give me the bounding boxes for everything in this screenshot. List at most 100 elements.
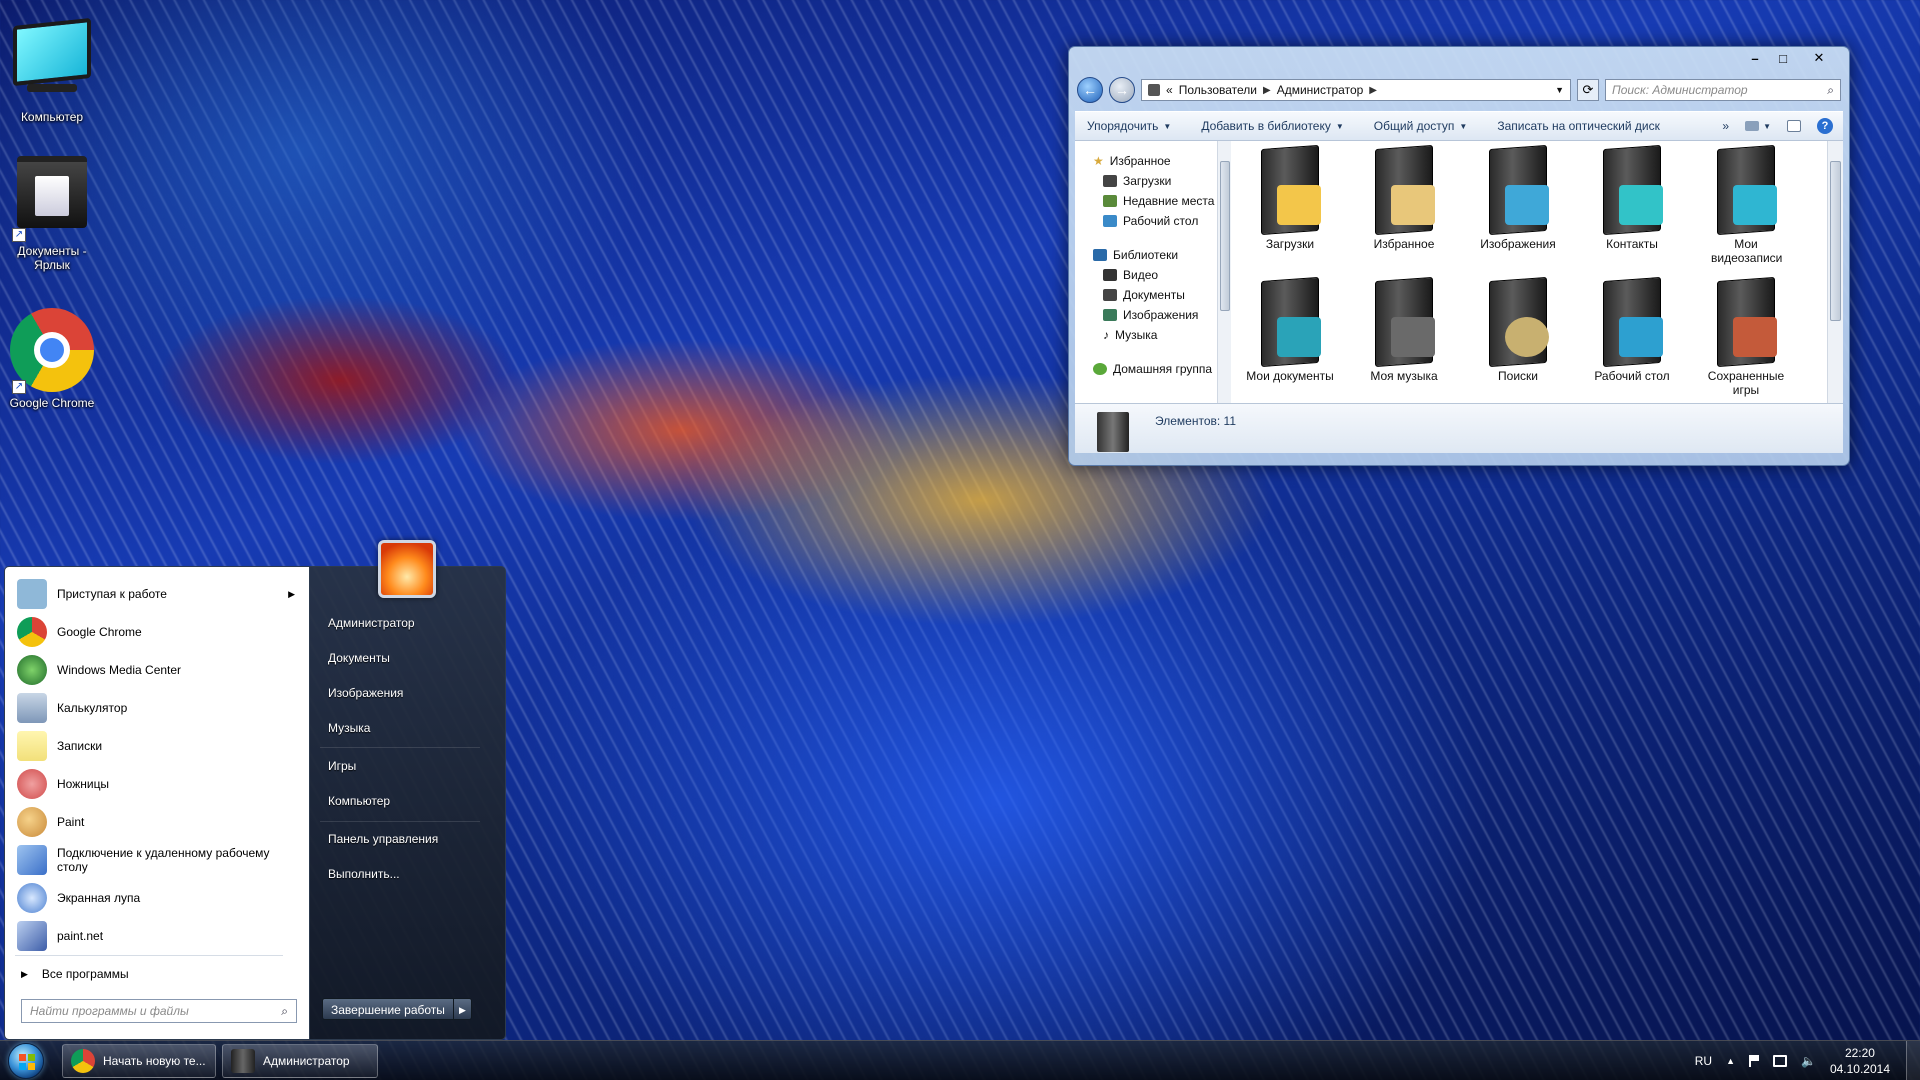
folder-item[interactable]: Поиски bbox=[1463, 276, 1573, 383]
breadcrumb-admin[interactable]: Администратор bbox=[1277, 83, 1364, 97]
minimize-button[interactable]: – bbox=[1741, 49, 1769, 67]
back-button[interactable]: ← bbox=[1077, 77, 1103, 103]
refresh-button[interactable]: ⟳ bbox=[1577, 79, 1599, 101]
program-label: Подключение к удаленному рабочему столу bbox=[57, 846, 270, 874]
address-bar[interactable]: « Пользователи ▶ Администратор ▶ ▼ bbox=[1141, 79, 1571, 101]
breadcrumb-users[interactable]: Пользователи bbox=[1179, 83, 1257, 97]
program-magnifier[interactable]: Экранная лупа bbox=[11, 879, 305, 917]
shutdown-options-button[interactable]: ▶ bbox=[452, 999, 471, 1019]
language-indicator[interactable]: RU bbox=[1695, 1054, 1712, 1068]
start-link-run[interactable]: Выполнить... bbox=[318, 861, 498, 887]
nav-item-documents[interactable]: Документы bbox=[1075, 285, 1222, 305]
nav-libraries[interactable]: Библиотеки bbox=[1075, 245, 1222, 265]
more-commands-button[interactable]: » bbox=[1722, 119, 1729, 133]
volume-icon[interactable]: 🔈 bbox=[1801, 1054, 1816, 1068]
avatar[interactable] bbox=[378, 540, 436, 598]
nav-item-video[interactable]: Видео bbox=[1075, 265, 1222, 285]
chevron-right-icon[interactable]: ▶ bbox=[288, 587, 295, 601]
chevron-right-icon[interactable]: ▶ bbox=[1263, 85, 1271, 96]
folder-label: Сохраненные игры bbox=[1707, 369, 1785, 397]
nav-item-label: Изображения bbox=[1123, 308, 1199, 322]
add-to-library-button[interactable]: Добавить в библиотеку ▼ bbox=[1201, 119, 1343, 133]
program-snipping-tool[interactable]: Ножницы bbox=[11, 765, 305, 803]
search-icon: ⌕ bbox=[1827, 82, 1834, 97]
program-remote-desktop[interactable]: Подключение к удаленному рабочему столу bbox=[11, 841, 305, 879]
action-center-flag-icon[interactable] bbox=[1748, 1055, 1759, 1067]
shutdown-button[interactable]: Завершение работы bbox=[323, 999, 453, 1019]
nav-favorites[interactable]: ★ Избранное bbox=[1075, 151, 1222, 171]
folder-icon bbox=[1148, 84, 1160, 96]
scrollbar-thumb[interactable] bbox=[1220, 161, 1230, 311]
maximize-button[interactable]: □ bbox=[1769, 49, 1797, 67]
network-icon[interactable] bbox=[1772, 1055, 1787, 1067]
folder-item[interactable]: Моя музыка bbox=[1349, 276, 1459, 383]
chrome-icon bbox=[17, 617, 47, 647]
forward-button[interactable]: → bbox=[1109, 77, 1135, 103]
start-link-control-panel[interactable]: Панель управления bbox=[318, 826, 498, 852]
start-link-music[interactable]: Музыка bbox=[318, 715, 498, 741]
program-paintnet[interactable]: paint.net bbox=[11, 917, 305, 955]
all-programs-label: Все программы bbox=[41, 967, 129, 981]
desktop-icon-chrome[interactable]: ↗ Google Chrome bbox=[2, 308, 102, 410]
folder-item[interactable]: Рабочий стол bbox=[1577, 276, 1687, 383]
search-input[interactable]: Поиск: Администратор ⌕ bbox=[1605, 79, 1841, 101]
details-pane: Элементов: 11 bbox=[1075, 403, 1843, 453]
chevron-down-icon[interactable]: ▼ bbox=[1555, 85, 1564, 95]
documents-icon bbox=[1103, 289, 1117, 301]
remote-desktop-icon bbox=[17, 845, 47, 875]
folder-item[interactable]: Контакты bbox=[1577, 144, 1687, 251]
content-scrollbar[interactable] bbox=[1827, 141, 1843, 441]
organize-button[interactable]: Упорядочить ▼ bbox=[1087, 119, 1171, 133]
share-button[interactable]: Общий доступ ▼ bbox=[1374, 119, 1468, 133]
close-button[interactable]: ✕ bbox=[1797, 49, 1841, 67]
breadcrumb-overflow[interactable]: « bbox=[1166, 83, 1173, 97]
paint-icon bbox=[17, 807, 47, 837]
start-link-admin[interactable]: Администратор bbox=[318, 610, 498, 636]
program-sticky-notes[interactable]: Записки bbox=[11, 727, 305, 765]
view-options-icon[interactable]: ▼ bbox=[1745, 121, 1771, 131]
folder-item[interactable]: Мои видеозаписи bbox=[1691, 144, 1801, 265]
start-link-documents[interactable]: Документы bbox=[318, 645, 498, 671]
folder-item[interactable]: Избранное bbox=[1349, 144, 1459, 251]
start-link-pictures[interactable]: Изображения bbox=[318, 680, 498, 706]
program-paint[interactable]: Paint bbox=[11, 803, 305, 841]
clock[interactable]: 22:20 04.10.2014 bbox=[1830, 1045, 1890, 1077]
start-link-computer[interactable]: Компьютер bbox=[318, 788, 498, 814]
program-getting-started[interactable]: Приступая к работе ▶ bbox=[11, 575, 305, 613]
folder-item[interactable]: Загрузки bbox=[1235, 144, 1345, 251]
taskbar-button-chrome[interactable]: Начать новую те... bbox=[62, 1044, 216, 1078]
scrollbar-thumb[interactable] bbox=[1830, 161, 1841, 321]
taskbar-button-label: Администратор bbox=[263, 1054, 350, 1068]
folder-item[interactable]: Сохраненные игры bbox=[1691, 276, 1801, 397]
nav-pane-scrollbar[interactable] bbox=[1217, 141, 1231, 441]
burn-button[interactable]: Записать на оптический диск bbox=[1497, 119, 1660, 133]
program-calculator[interactable]: Калькулятор bbox=[11, 689, 305, 727]
desktop-icon-documents-shortcut[interactable]: ↗ Документы - Ярлык bbox=[2, 150, 102, 272]
folder-item[interactable]: Мои документы bbox=[1235, 276, 1345, 383]
nav-item-downloads[interactable]: Загрузки bbox=[1075, 171, 1222, 191]
desktop-icon-computer[interactable]: Компьютер bbox=[2, 12, 102, 124]
folder-item[interactable]: Изображения bbox=[1463, 144, 1573, 251]
taskbar-button-explorer[interactable]: Администратор bbox=[222, 1044, 378, 1078]
program-media-center[interactable]: Windows Media Center bbox=[11, 651, 305, 689]
help-icon[interactable]: ? bbox=[1817, 118, 1833, 134]
snipping-tool-icon bbox=[17, 769, 47, 799]
show-desktop-button[interactable] bbox=[1906, 1041, 1920, 1080]
program-label: Экранная лупа bbox=[57, 891, 141, 905]
shortcut-arrow-icon: ↗ bbox=[12, 228, 26, 242]
taskbar-button-label: Начать новую те... bbox=[103, 1054, 206, 1068]
start-button[interactable] bbox=[4, 1042, 48, 1080]
program-chrome[interactable]: Google Chrome bbox=[11, 613, 305, 651]
nav-item-pictures[interactable]: Изображения bbox=[1075, 305, 1222, 325]
chevron-right-icon[interactable]: ▶ bbox=[1369, 85, 1377, 96]
nav-item-label: Рабочий стол bbox=[1123, 214, 1199, 228]
start-search-input[interactable]: Найти программы и файлы ⌕ bbox=[21, 999, 297, 1023]
nav-homegroup[interactable]: Домашняя группа bbox=[1075, 359, 1222, 379]
start-link-games[interactable]: Игры bbox=[318, 753, 498, 779]
nav-item-desktop[interactable]: Рабочий стол bbox=[1075, 211, 1222, 231]
all-programs-button[interactable]: ▶ Все программы bbox=[15, 961, 301, 987]
preview-pane-icon[interactable] bbox=[1787, 120, 1801, 132]
nav-item-recent[interactable]: Недавние места bbox=[1075, 191, 1222, 211]
nav-item-music[interactable]: ♪ Музыка bbox=[1075, 325, 1222, 345]
chevron-up-icon[interactable]: ▲ bbox=[1726, 1056, 1735, 1066]
